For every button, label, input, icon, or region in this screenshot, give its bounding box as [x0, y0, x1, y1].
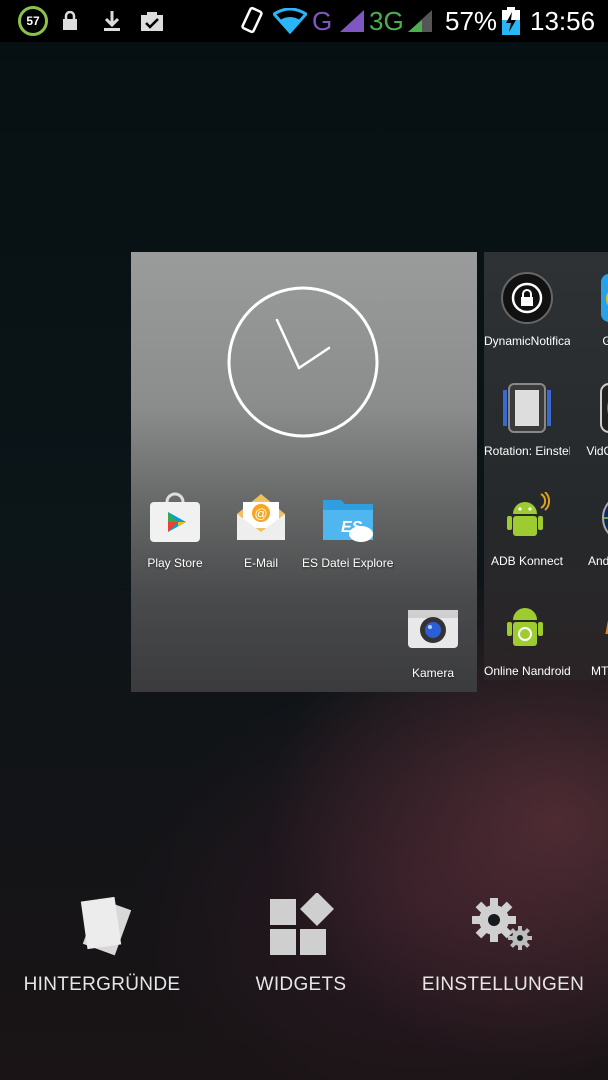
play-store-icon	[148, 492, 202, 546]
widgets-button[interactable]: WIDGETS	[201, 890, 401, 996]
notification-count: 57	[18, 6, 48, 36]
app-androits[interactable]: AndroiTS	[570, 492, 608, 568]
android-robot-icon	[501, 491, 553, 544]
clipboard-check-icon	[140, 0, 164, 42]
download-icon	[103, 0, 121, 42]
wallpapers-button[interactable]: HINTERGRÜNDE	[2, 890, 202, 996]
app-es-file-explorer[interactable]: ES ES Datei Explorer	[302, 492, 394, 570]
g-app-icon: G	[587, 272, 608, 324]
vidon-icon	[587, 382, 608, 434]
status-bar: 57 G 3G 57% 13:56	[0, 0, 608, 42]
android-refresh-icon	[501, 602, 553, 654]
app-mtk[interactable]: M MTK Co	[570, 602, 608, 678]
notification-counter-icon: 57	[18, 0, 48, 42]
rotation-phone-icon	[501, 382, 553, 434]
battery-charging-icon	[501, 0, 521, 42]
email-envelope-icon: @	[234, 492, 288, 546]
app-camera[interactable]: Kamera	[387, 602, 479, 680]
clock-time: 13:56	[530, 5, 596, 36]
wallpapers-icon	[2, 890, 202, 962]
app-vidon[interactable]: VidOn.me	[570, 382, 608, 458]
app-play-store[interactable]: Play Store	[129, 492, 221, 570]
app-adb-konnect[interactable]: ADB Konnect	[484, 491, 570, 568]
network-g-label: G	[312, 5, 333, 36]
settings-button[interactable]: EINSTELLUNGEN	[403, 890, 603, 996]
app-rotation-settings[interactable]: Rotation: Einstellungen	[484, 382, 570, 458]
svg-text:ES: ES	[341, 519, 363, 536]
app-dynamic-notifications[interactable]: DynamicNotifications	[484, 272, 570, 348]
network-3g-label: 3G	[369, 5, 404, 36]
es-folder-icon: ES	[321, 492, 375, 546]
home-screen-preview-2[interactable]: DynamicNotifications G G C Rotation: Ein…	[484, 252, 608, 680]
svg-text:@: @	[254, 506, 267, 521]
app-online-nandroid[interactable]: Online Nandroid	[484, 602, 570, 678]
lock-icon	[62, 0, 78, 42]
analog-clock-widget[interactable]	[227, 286, 379, 438]
signal-3g-icon	[406, 0, 434, 42]
battery-percent: 57%	[445, 5, 498, 36]
signal-g-icon	[338, 0, 366, 42]
gears-icon	[403, 890, 603, 962]
camera-icon	[406, 602, 460, 656]
home-screen-preview[interactable]: Play Store @ E-Mail ES ES Datei Explorer…	[131, 252, 477, 692]
app-g[interactable]: G G C	[570, 272, 608, 348]
mtk-logo-icon: M	[587, 602, 608, 654]
app-email[interactable]: @ E-Mail	[215, 492, 307, 570]
lock-circle-icon	[501, 272, 553, 324]
radar-icon	[587, 492, 608, 544]
widgets-icon	[201, 890, 401, 962]
vibrate-phone-icon	[238, 0, 266, 42]
wifi-icon	[273, 0, 307, 42]
